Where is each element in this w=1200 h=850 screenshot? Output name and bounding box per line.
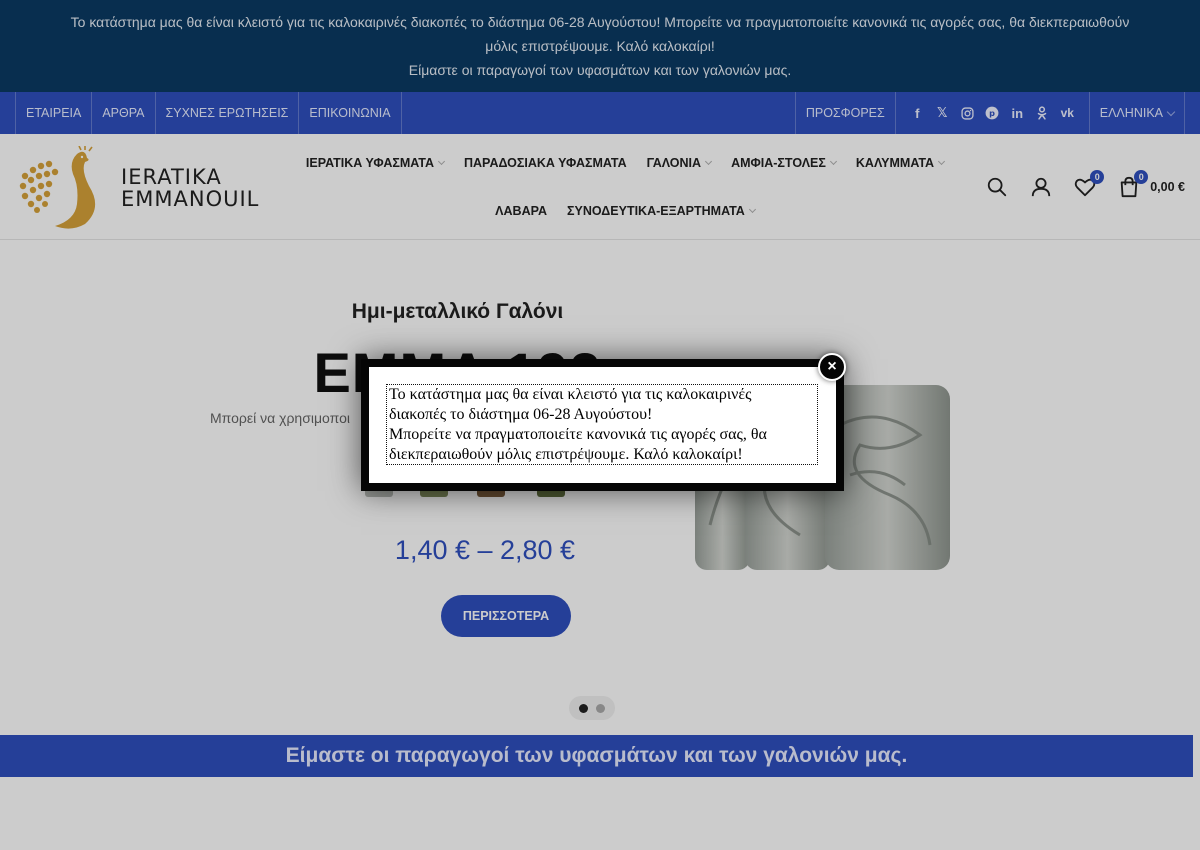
modal-line-3: Μπορείτε να πραγματοποιείτε κανονικά τις…	[389, 426, 767, 443]
modal-line-2: διακοπές το διάστημα 06-28 Αυγούστου!	[389, 406, 653, 423]
modal-line-1: Το κατάστημα μας θα είναι κλειστό για τι…	[389, 386, 752, 403]
notice-modal: Το κατάστημα μας θα είναι κλειστό για τι…	[361, 359, 844, 491]
close-icon: ×	[827, 358, 837, 375]
modal-content: Το κατάστημα μας θα είναι κλειστό για τι…	[386, 384, 818, 465]
close-modal-button[interactable]: ×	[818, 353, 846, 381]
modal-line-4: διεκπεραιωθούν μόλις επιστρέψουμε. Καλό …	[389, 446, 743, 463]
